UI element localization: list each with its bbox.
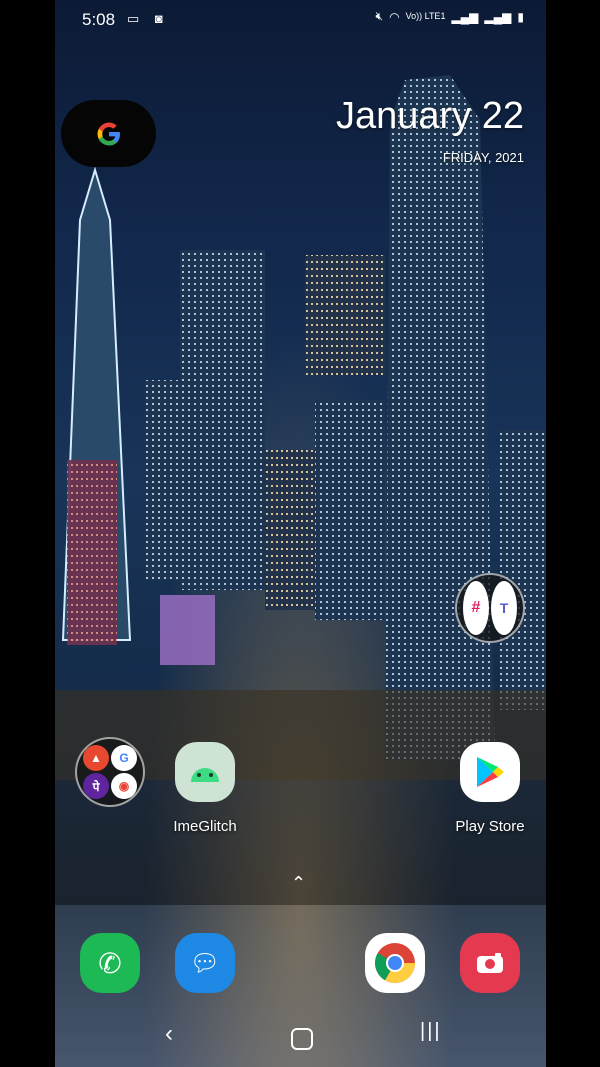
app-imeglitch[interactable]: ImeGlitch [160, 742, 250, 835]
google-search-widget[interactable] [61, 100, 156, 167]
app-play-store-label: Play Store [455, 818, 525, 835]
signal-icon-2: ▂▄▆ [484, 9, 512, 24]
mute-icon: 🔇︎ [375, 9, 384, 23]
camera-app-icon[interactable] [460, 933, 520, 993]
google-g-icon [97, 122, 120, 145]
signal-icon: ▂▄▆ [451, 9, 479, 24]
chrome-app-icon[interactable] [365, 933, 425, 993]
status-time: 5:08 [82, 10, 116, 29]
teams-icon: T [491, 581, 517, 635]
notification-icons: ▭ ◙ [127, 11, 169, 26]
payments-app-icon: ▲ [83, 745, 109, 771]
wifi-icon: ◠ [389, 9, 400, 24]
google-pay-icon: G [111, 745, 137, 771]
phone-app-icon[interactable]: ✆ [80, 933, 140, 993]
back-button[interactable]: ‹ [165, 1020, 173, 1048]
date-widget-day: FRIDAY, 2021 [442, 150, 524, 165]
app-drawer-chevron-icon[interactable]: ⌃ [291, 873, 306, 894]
network-label: Vo)) LTE1 [405, 11, 446, 21]
status-bar: 5:08 ▭ ◙ 🔇︎ ◠ Vo)) LTE1 ▂▄▆ ▂▄▆ ▮ [55, 0, 546, 40]
google-maps-icon: ◉ [111, 773, 137, 799]
phonepe-icon: पे [83, 773, 109, 799]
home-button[interactable] [291, 1028, 313, 1050]
app-imeglitch-label: ImeGlitch [173, 818, 237, 835]
play-store-icon [460, 742, 520, 802]
app-folder-work[interactable]: # T [455, 573, 525, 643]
slack-icon: # [463, 581, 489, 635]
messages-app-icon[interactable]: 💬︎ [175, 933, 235, 993]
app-folder-payments[interactable]: ▲ G पे ◉ [75, 737, 145, 807]
home-screen: 5:08 ▭ ◙ 🔇︎ ◠ Vo)) LTE1 ▂▄▆ ▂▄▆ ▮ Januar… [55, 0, 546, 1067]
app-play-store[interactable]: Play Store [445, 742, 535, 835]
status-indicators: 🔇︎ ◠ Vo)) LTE1 ▂▄▆ ▂▄▆ ▮ [376, 9, 524, 24]
battery-icon: ▮ [517, 9, 524, 24]
date-widget-date[interactable]: January 22 [336, 95, 524, 138]
android-icon [175, 742, 235, 802]
recents-button[interactable]: ||| [420, 1020, 442, 1043]
